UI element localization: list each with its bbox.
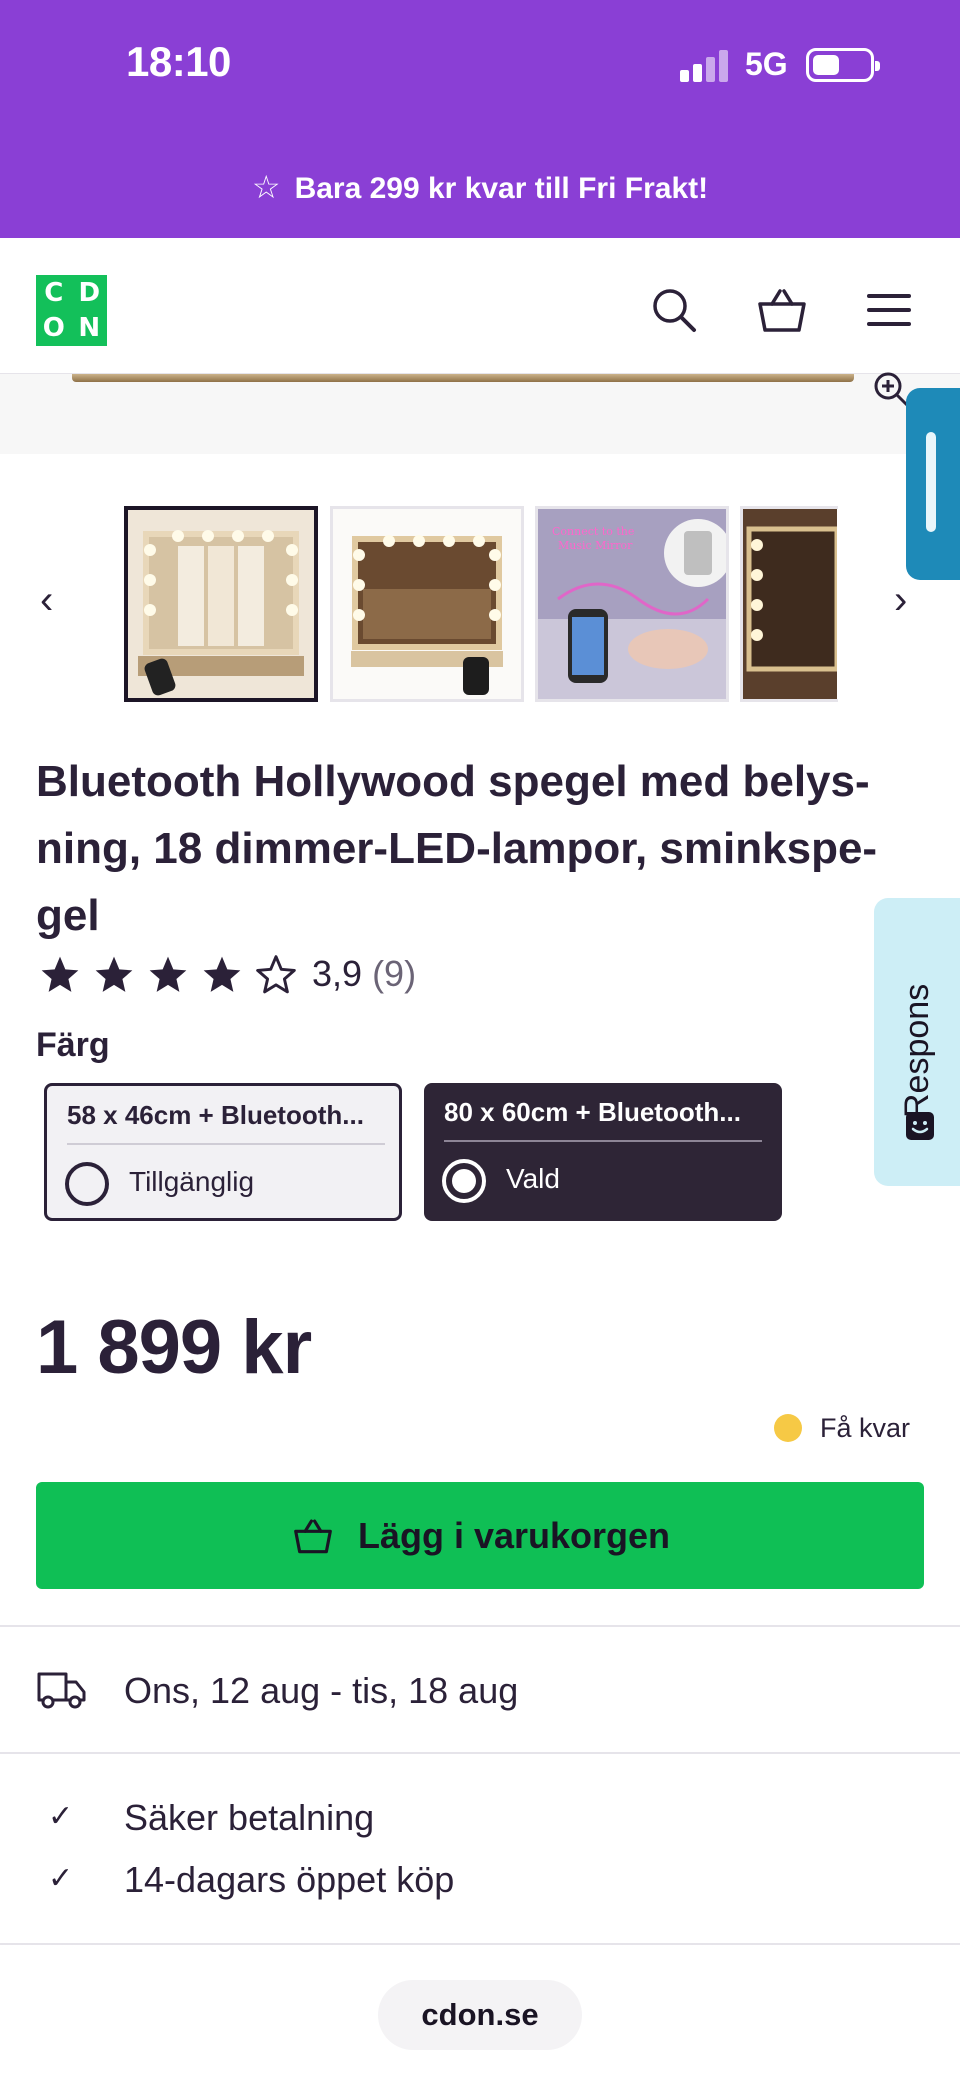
search-icon[interactable] [646, 282, 702, 338]
product-title: Bluetooth Hollywood spegel med belys-nin… [36, 757, 878, 940]
delivery-estimate: Ons, 12 aug - tis, 18 aug [124, 1670, 519, 1711]
logo-letter: O [42, 313, 65, 344]
chevron-right-icon[interactable]: › [894, 578, 907, 623]
cart-icon [294, 1519, 332, 1553]
check-icon: ✓ [48, 1862, 74, 1895]
star-filled-icon [95, 956, 133, 992]
variant-name: 58 x 46cm + Bluetooth... [67, 1100, 385, 1145]
add-to-cart-button[interactable]: Lägg i varukorgen [36, 1482, 924, 1589]
zoom-in-icon[interactable] [872, 370, 910, 408]
variant-state: Tillgänglig [129, 1166, 255, 1197]
color-label: Färg [36, 1026, 110, 1064]
status-time: 18:10 [126, 38, 231, 85]
status-and-promo-bar: 18:10 5G ☆ Bara 299 kr kvar till Fri Frak… [0, 0, 960, 238]
check-icon: ✓ [48, 1800, 74, 1833]
radio-button[interactable] [65, 1162, 109, 1206]
battery-icon [806, 48, 880, 82]
signal-icon [680, 50, 730, 82]
star-filled-icon [149, 956, 187, 992]
divider [0, 1625, 960, 1627]
site-header: C D O N [0, 238, 960, 374]
browser-url-bar[interactable]: cdon.se [378, 1980, 582, 2050]
rating-text[interactable]: 3,9 (9) [312, 953, 416, 995]
radio-button-selected[interactable] [442, 1159, 486, 1203]
main-image-edge [72, 374, 854, 382]
menu-icon[interactable] [860, 282, 916, 338]
variant-option-80x60[interactable]: 80 x 60cm + Bluetooth... Vald [424, 1083, 782, 1221]
variant-name: 80 x 60cm + Bluetooth... [444, 1097, 762, 1142]
promo-text: Bara 299 kr kvar till Fri Frakt! [294, 172, 709, 205]
logo-letter: N [78, 313, 101, 344]
perk-secure-payment: Säker betalning [124, 1797, 375, 1838]
rating-value: 3,9 [312, 953, 363, 994]
variant-option-58x46[interactable]: 58 x 46cm + Bluetooth... Tillgänglig [44, 1083, 402, 1221]
scroll-handle[interactable] [906, 388, 960, 580]
cdon-logo[interactable]: C D O N [36, 275, 107, 346]
thumbnail-2[interactable] [330, 506, 524, 702]
star-outline-icon [256, 955, 296, 994]
cart-icon[interactable] [754, 282, 810, 338]
logo-letter: C [44, 277, 64, 308]
feedback-tab[interactable]: Respons [874, 898, 960, 1186]
thumbnail-3[interactable]: Connect to the Music Mirror [535, 506, 729, 702]
star-filled-icon [41, 956, 79, 992]
thumbnail-1[interactable] [124, 506, 318, 702]
divider [0, 1752, 960, 1754]
thumbnail-4[interactable] [740, 506, 838, 702]
chevron-left-icon[interactable]: ‹ [40, 578, 53, 623]
star-outline-icon: ☆ [251, 169, 281, 205]
svg-text:Connect to the: Connect to the [552, 525, 634, 538]
main-image-area[interactable] [0, 374, 960, 454]
add-to-cart-label: Lägg i varukorgen [357, 1514, 671, 1556]
delivery-truck-icon [37, 1672, 86, 1709]
free-shipping-banner[interactable]: ☆ Bara 299 kr kvar till Fri Frakt! [0, 168, 960, 206]
logo-letter: D [78, 277, 101, 308]
review-count: (9) [372, 953, 417, 994]
stock-indicator-dot [774, 1414, 802, 1442]
variant-state: Vald [506, 1163, 560, 1194]
network-type: 5G [745, 46, 788, 82]
star-rating[interactable] [38, 950, 308, 1000]
perk-open-purchase: 14-dagars öppet köp [124, 1859, 455, 1900]
feedback-label: Respons [898, 983, 936, 1118]
product-price: 1 899 kr [36, 1305, 312, 1390]
star-filled-icon [203, 956, 241, 992]
smiley-chat-icon [906, 1112, 934, 1140]
divider [0, 1943, 960, 1945]
stock-status: Få kvar [820, 1413, 911, 1443]
svg-text:Music Mirror: Music Mirror [558, 539, 633, 552]
